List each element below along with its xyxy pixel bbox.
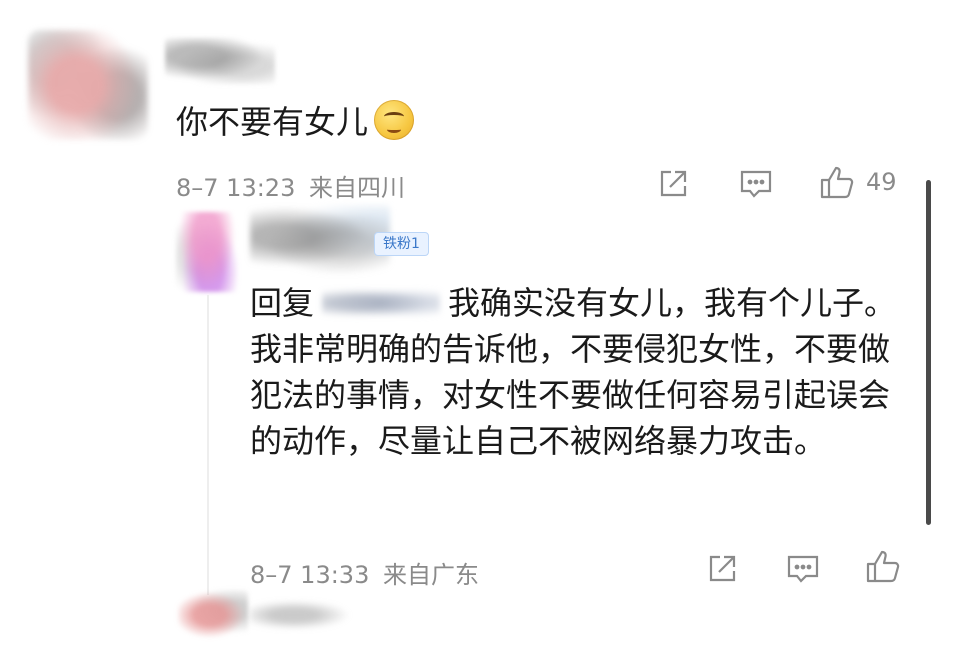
- commenter-avatar[interactable]: [28, 30, 148, 140]
- scrollbar[interactable]: [926, 180, 931, 525]
- thread-line: [207, 295, 209, 595]
- fan-badge: 铁粉1: [374, 232, 429, 256]
- thumbs-up-icon[interactable]: [818, 164, 856, 202]
- comment-location: 来自四川: [308, 174, 405, 202]
- commenter-name-redacted[interactable]: [165, 38, 275, 84]
- thinking-face-emoji-icon: [374, 100, 415, 140]
- share-icon[interactable]: [656, 167, 690, 201]
- comment-meta: 8–7 13:23 来自四川: [176, 168, 405, 203]
- reply-comment-icon[interactable]: [785, 552, 821, 586]
- reply-time: 8–7 13:33: [250, 561, 370, 589]
- comment-body: 你不要有女儿: [176, 100, 415, 144]
- comment-text: 你不要有女儿: [176, 103, 369, 141]
- reply-share-icon[interactable]: [705, 552, 739, 586]
- reply-body: 回复 我确实没有女儿，我有个儿子。我非常明确的告诉他，不要侵犯女性，不要做犯法的事…: [250, 280, 900, 464]
- replier-avatar[interactable]: [176, 212, 238, 292]
- mentioned-user-redacted[interactable]: [322, 286, 441, 320]
- reply-prefix: 回复: [250, 284, 315, 322]
- like-count: 49: [866, 168, 897, 196]
- reply-meta: 8–7 13:33 来自广东: [250, 555, 479, 590]
- next-replier-name-redacted[interactable]: [250, 598, 360, 632]
- reply-thumbs-up-icon[interactable]: [864, 548, 902, 586]
- reply-location: 来自广东: [382, 561, 479, 589]
- comment-time: 8–7 13:23: [176, 174, 296, 202]
- next-replier-avatar[interactable]: [178, 590, 248, 640]
- replier-name-redacted[interactable]: [250, 205, 390, 275]
- comment-icon[interactable]: [738, 167, 774, 201]
